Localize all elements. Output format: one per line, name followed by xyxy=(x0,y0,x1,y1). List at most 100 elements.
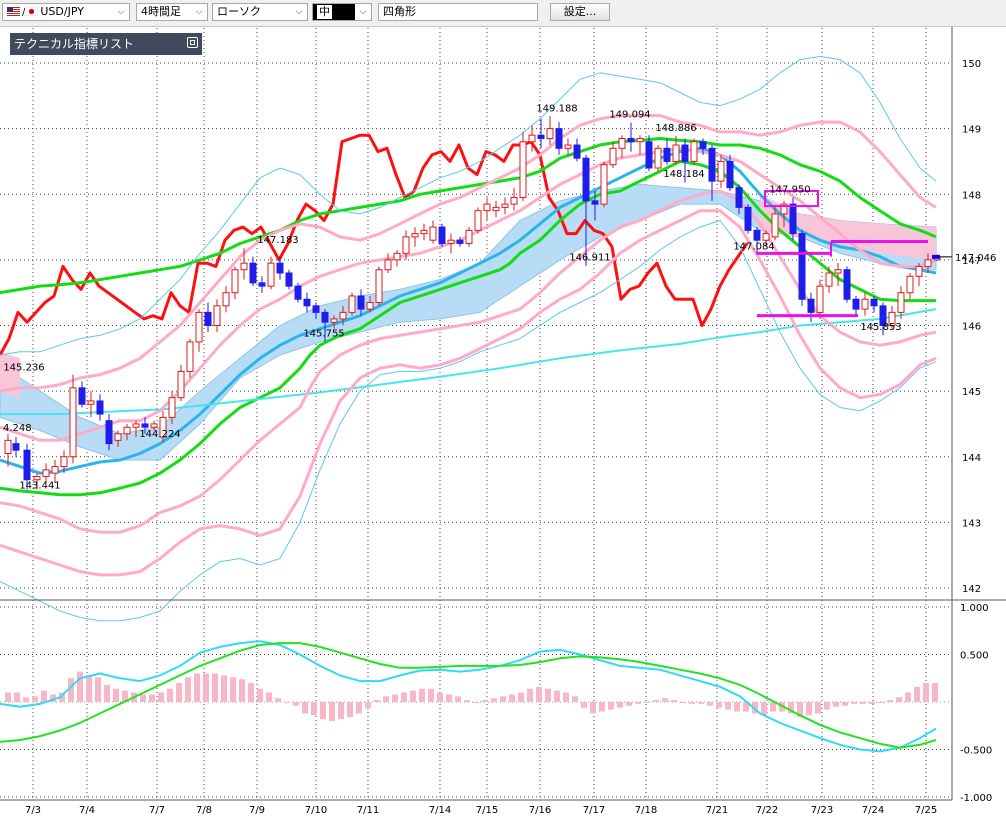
histogram-bar xyxy=(275,698,281,702)
bearish-candle xyxy=(708,147,716,182)
bearish-candle xyxy=(645,141,653,169)
bullish-candle xyxy=(87,400,95,405)
bullish-candle xyxy=(483,203,491,212)
bearish-candle xyxy=(294,285,302,300)
price-chart[interactable]: 4.248 145.236 143.441 144.224 147.183 145.755… xyxy=(0,0,1006,819)
bullish-candle xyxy=(69,387,77,458)
histogram-bar xyxy=(176,683,182,702)
price-tick-label: 143 xyxy=(962,518,981,529)
bearish-candle xyxy=(23,449,31,481)
bullish-candle xyxy=(528,134,536,143)
bullish-candle xyxy=(132,423,140,428)
bullish-candle xyxy=(636,137,644,143)
bearish-candle xyxy=(312,305,320,313)
histogram-bar xyxy=(491,698,497,702)
histogram-bar xyxy=(572,696,578,702)
bearish-candle xyxy=(807,298,815,313)
histogram-bar xyxy=(257,688,263,702)
date-tick-label: 7/10 xyxy=(305,805,327,816)
bearish-candle xyxy=(249,262,257,284)
bearish-candle xyxy=(735,187,743,208)
histogram-bar xyxy=(266,692,272,702)
histogram-bar xyxy=(5,692,11,702)
histogram-bar xyxy=(536,686,542,702)
histogram-bar xyxy=(248,683,254,702)
panel-toggle-icon[interactable] xyxy=(187,37,198,48)
histogram-bar xyxy=(212,673,218,702)
price-tick-label: 146 xyxy=(962,322,981,333)
bearish-candle xyxy=(12,443,20,451)
price-annotation: 146.911 xyxy=(569,253,610,264)
histogram-bar xyxy=(14,692,20,702)
bullish-candle xyxy=(915,265,923,277)
histogram-bar xyxy=(734,702,740,712)
bearish-candle xyxy=(699,141,707,149)
bullish-candle xyxy=(177,370,185,399)
date-tick-label: 7/24 xyxy=(862,805,884,816)
price-tick-label: 145 xyxy=(962,387,981,398)
price-annotation: 147.183 xyxy=(257,235,298,246)
histogram-bar xyxy=(896,697,902,702)
bullish-candle xyxy=(420,229,428,235)
bullish-candle xyxy=(267,262,275,287)
histogram-bar xyxy=(194,673,200,702)
bullish-candle xyxy=(600,164,608,205)
price-tick-label: 142 xyxy=(962,584,981,595)
histogram-bar xyxy=(680,702,686,703)
bullish-candle xyxy=(348,295,356,313)
histogram-bar xyxy=(41,690,47,702)
price-annotation: 4.248 xyxy=(3,423,32,434)
bullish-candle xyxy=(150,423,158,428)
bullish-candle xyxy=(474,210,482,231)
bearish-candle xyxy=(258,282,266,287)
bullish-candle xyxy=(375,269,383,304)
price-tick-label: 147 xyxy=(962,256,981,267)
bullish-candle xyxy=(672,144,680,162)
histogram-bar xyxy=(509,694,515,702)
date-tick-label: 7/16 xyxy=(529,805,551,816)
bullish-candle xyxy=(609,147,617,166)
histogram-bar xyxy=(707,702,713,706)
histogram-bar xyxy=(500,696,506,702)
bullish-candle xyxy=(519,141,527,199)
bearish-candle xyxy=(744,206,752,231)
bearish-candle xyxy=(537,134,545,139)
histogram-bar xyxy=(554,690,560,702)
histogram-bar xyxy=(824,702,830,710)
histogram-bar xyxy=(221,675,227,702)
histogram-bar xyxy=(239,679,245,702)
price-annotation: 144.224 xyxy=(139,429,180,440)
bullish-candle xyxy=(339,311,347,320)
histogram-bar xyxy=(626,702,632,706)
bullish-candle xyxy=(771,213,779,238)
price-annotation: 143.441 xyxy=(19,480,60,491)
bullish-candle xyxy=(51,466,59,474)
technical-indicator-list[interactable]: テクニカル指標リスト xyxy=(10,33,202,55)
bullish-candle xyxy=(897,292,905,313)
bearish-candle xyxy=(303,298,311,307)
histogram-bar xyxy=(428,688,434,702)
histogram-bar xyxy=(473,702,479,703)
bullish-candle xyxy=(465,229,473,244)
date-tick-label: 7/22 xyxy=(756,805,778,816)
bullish-candle xyxy=(717,160,725,182)
histogram-bar xyxy=(698,702,704,704)
bearish-candle xyxy=(627,137,635,143)
histogram-bar xyxy=(725,702,731,710)
histogram-bar xyxy=(32,696,38,702)
bullish-candle xyxy=(501,203,509,208)
histogram-bar xyxy=(842,702,848,706)
date-tick-label: 7/14 xyxy=(429,805,451,816)
histogram-bar xyxy=(203,673,209,702)
histogram-bar xyxy=(419,688,425,702)
date-tick-label: 7/8 xyxy=(196,805,212,816)
histogram-bar xyxy=(482,700,488,702)
bullish-candle xyxy=(906,275,914,294)
histogram-bar xyxy=(932,683,938,702)
histogram-bar xyxy=(464,700,470,702)
histogram-bar xyxy=(95,677,101,702)
histogram-bar xyxy=(149,694,155,702)
histogram-bar xyxy=(653,700,659,702)
histogram-bar xyxy=(914,686,920,702)
bullish-candle xyxy=(411,233,419,238)
